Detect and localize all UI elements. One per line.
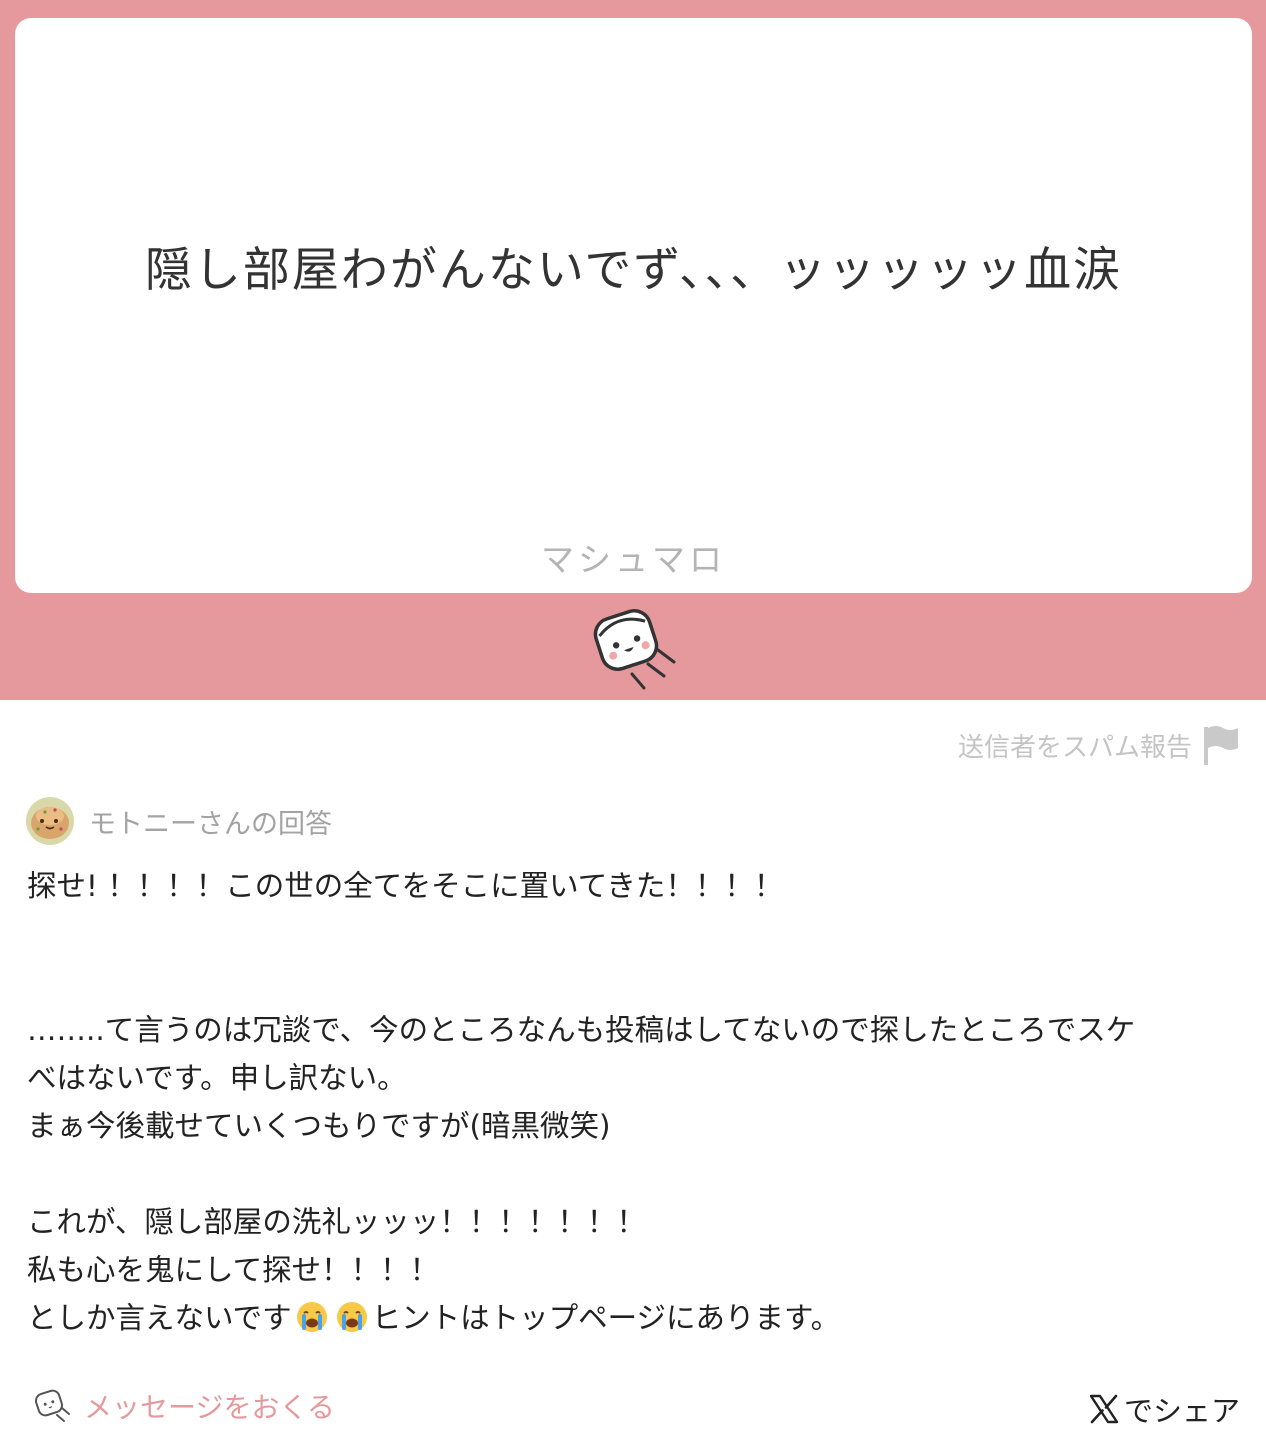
report-spam-label: 送信者をスパム報告 (957, 732, 1192, 763)
answer-line: 私も心を鬼にして探せ！！！！ (27, 1253, 440, 1287)
answer-line (27, 958, 1239, 1006)
answer-line: べはないです。申し訳ない。 (27, 1061, 407, 1095)
answer-line: ……..て言うのは冗談で、今のところなんも投稿はしてないので探したところでスケ (27, 1013, 1136, 1047)
send-message-label: メッセージをおくる (84, 1391, 335, 1424)
crying-face-icon (336, 1302, 367, 1332)
marshmallow-mascot-icon (593, 609, 676, 690)
answer-line: これが、隠し部屋の洗礼ッッッ！！！！！！！ (27, 1205, 646, 1239)
answer-body: 探せ! ！！！！この世の全てをそこに置いてきた！！！！ ……..て言うのは冗談で… (27, 862, 1239, 1342)
brand-label: マシュマロ (541, 540, 726, 579)
send-message-button[interactable]: メッセージをおくる (32, 1386, 335, 1426)
answer-line: 探せ! ！！！！この世の全てをそこに置いてきた！！！！ (27, 869, 784, 903)
crying-face-icon (296, 1302, 327, 1332)
share-label: でシェア (1123, 1394, 1240, 1428)
report-spam-link[interactable]: 送信者をスパム報告 (958, 724, 1240, 766)
question-card: 隠し部屋わがんないでず、、、ッッッッッ血涙 マシュマロ (15, 18, 1252, 593)
share-x-button[interactable]: でシェア (1088, 1388, 1240, 1430)
answer-line-text: ヒントはトップページにあります。 (371, 1301, 841, 1335)
answer-line-last: としか言えないです ヒントはトップページにあります。 (27, 1294, 1239, 1342)
answer-line (27, 1150, 1239, 1198)
answer-line: まぁ今後載せていくつもりですが(暗黒微笑) (27, 1109, 611, 1143)
question-text: 隠し部屋わがんないでず、、、ッッッッッ血涙 (144, 243, 1123, 298)
answer-heading: モトニーさんの回答 (89, 808, 332, 840)
answerer-header: モトニーさんの回答 (25, 796, 332, 846)
marshmallow-small-icon (35, 1389, 70, 1422)
answer-line-text: としか言えないです (27, 1301, 292, 1335)
flag-icon (1204, 726, 1238, 765)
answer-line (27, 910, 1239, 958)
question-banner: 隠し部屋わがんないでず、、、ッッッッッ血涙 マシュマロ (0, 0, 1266, 700)
x-logo-icon (1089, 1394, 1119, 1424)
avatar[interactable] (25, 796, 75, 846)
